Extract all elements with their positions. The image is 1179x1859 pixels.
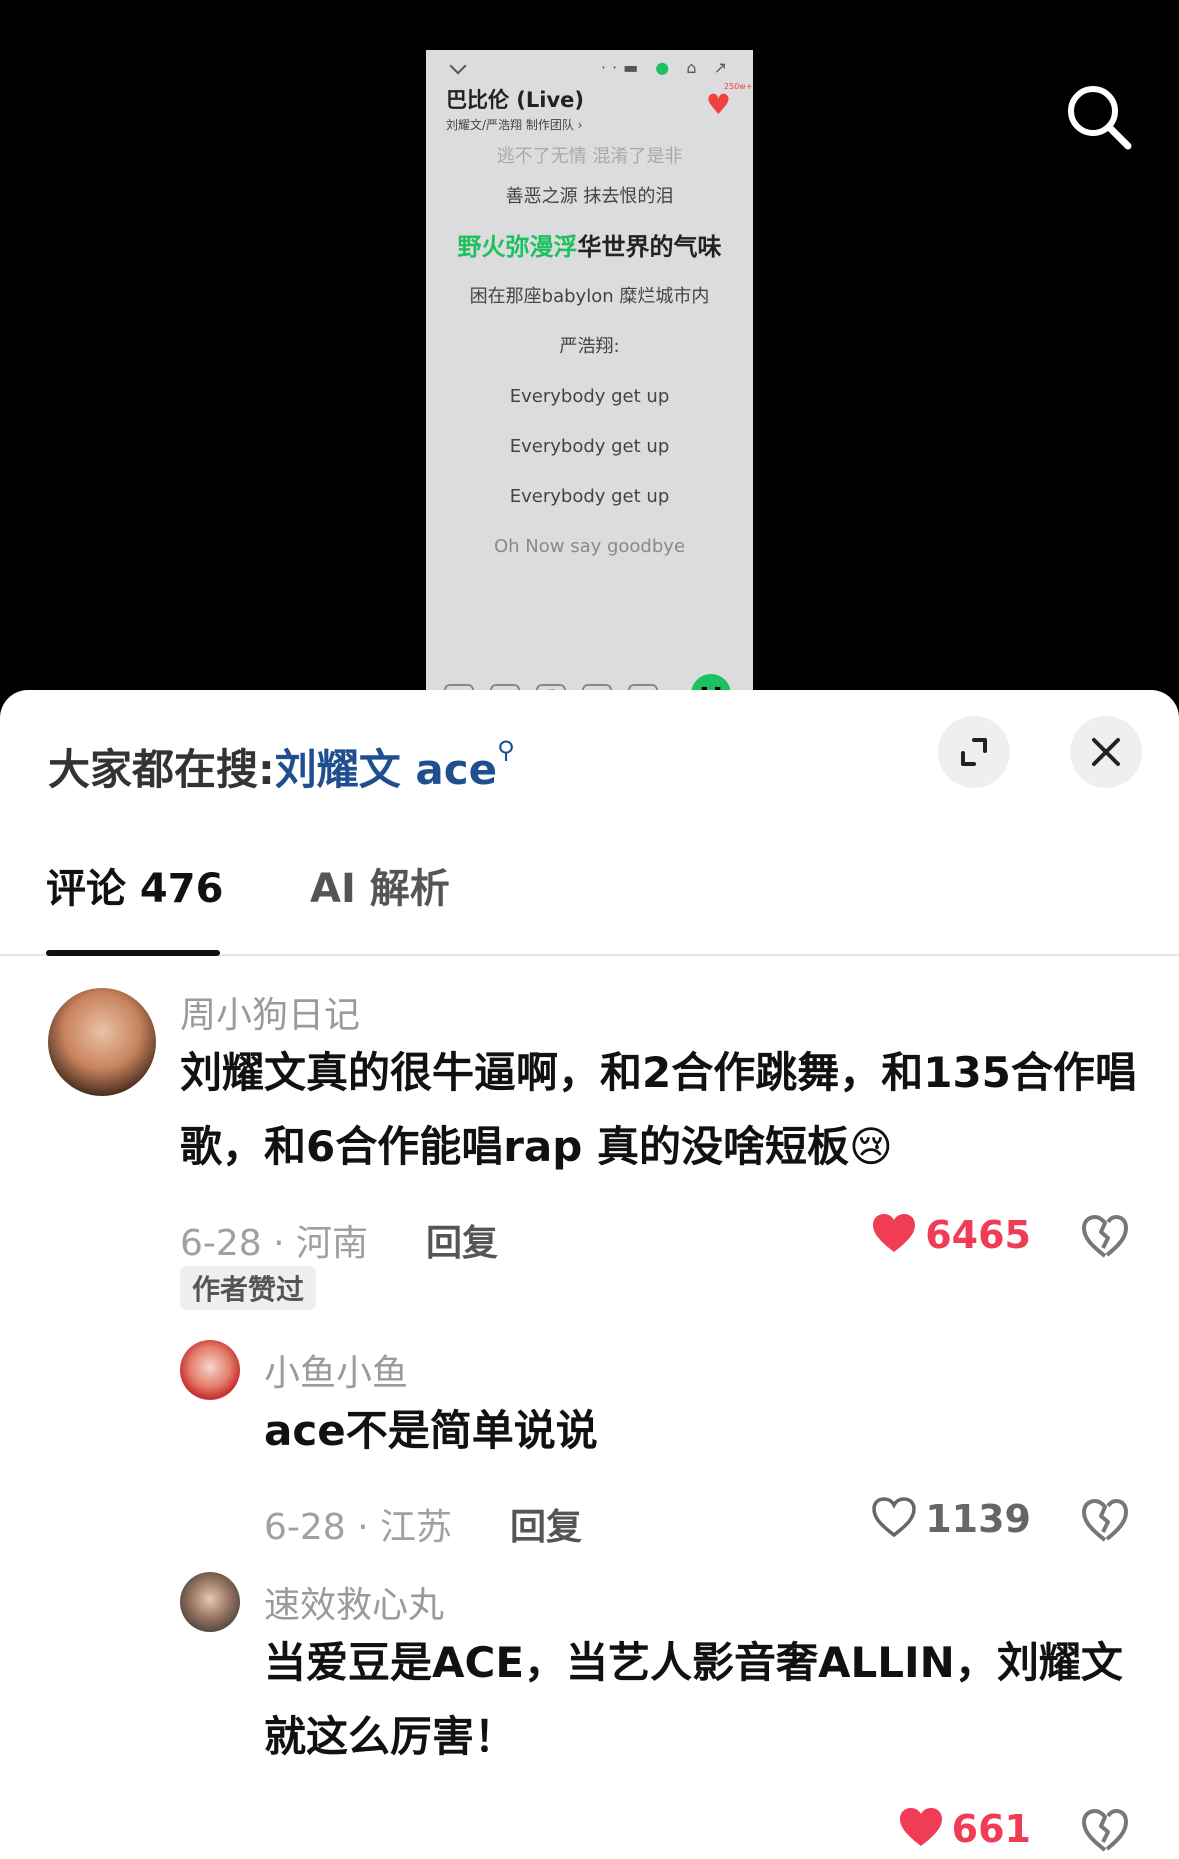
like-button[interactable]: 6465: [871, 1212, 1031, 1257]
avatar[interactable]: [48, 988, 156, 1096]
heart-count: 250w+: [723, 82, 753, 91]
like-button[interactable]: 1139: [871, 1496, 1031, 1541]
reply-button[interactable]: 回复: [510, 1498, 582, 1550]
broken-heart-icon: [1082, 1809, 1128, 1852]
close-button[interactable]: [1070, 716, 1142, 788]
comment-location: · 江苏: [357, 1507, 453, 1548]
close-icon: [1092, 738, 1120, 766]
lyric-unsung-part: 华世界的气味: [577, 233, 722, 261]
lyric-sung-part: 野火弥漫浮: [457, 233, 578, 261]
lyric-line: Everybody get up: [509, 386, 670, 407]
phone-status-bar: ··▬ ● ⌂ ↗: [426, 54, 753, 80]
like-count: 6465: [925, 1213, 1031, 1257]
like-count: 1139: [925, 1497, 1031, 1541]
lyric-line: Oh Now say goodbye: [493, 536, 686, 557]
comment-text: ace不是简单说说: [264, 1406, 598, 1455]
like-button[interactable]: 661: [898, 1806, 1031, 1851]
reply-button[interactable]: 回复: [426, 1214, 498, 1266]
lyric-line: Everybody get up: [509, 436, 670, 457]
song-artists: 刘耀文/严浩翔 制作团队 ›: [446, 118, 583, 132]
tab-comments[interactable]: 评论 476: [46, 856, 223, 914]
dislike-button[interactable]: [1081, 1498, 1129, 1544]
tab-ai-analysis[interactable]: AI 解析: [310, 856, 450, 914]
expand-button[interactable]: [938, 716, 1010, 788]
heart-filled-icon: [873, 1214, 916, 1252]
author-liked-badge: 作者赞过: [180, 1266, 317, 1310]
lyric-line: Everybody get up: [509, 486, 670, 507]
comment-username[interactable]: 速效救心丸: [264, 1576, 444, 1628]
lyric-line: 严浩翔:: [559, 336, 620, 357]
comment-date: 6-28: [264, 1507, 346, 1548]
comment-sheet: 大家都在搜:刘耀文 ace⚲ 评论 476 AI 解析 周小狗日记 刘耀文真的很…: [0, 690, 1179, 1859]
lyric-line: 困在那座babylon 糜烂城市内: [469, 286, 710, 307]
avatar[interactable]: [180, 1340, 240, 1400]
search-button[interactable]: [1060, 78, 1140, 158]
lyric-line: 逃不了无情 混淆了是非: [496, 146, 683, 167]
comment-date: 6-28: [180, 1223, 262, 1264]
dislike-button[interactable]: [1081, 1808, 1129, 1854]
trending-label: 大家都在搜:: [48, 745, 275, 794]
comment-text: 刘耀文真的很牛逼啊，和2合作跳舞，和135合作唱歌，和6合作能唱rap 真的没啥…: [180, 1048, 1137, 1171]
expand-icon: [961, 738, 987, 766]
avatar[interactable]: [180, 1572, 240, 1632]
lyric-line: 善恶之源 抹去恨的泪: [505, 186, 674, 207]
trending-keyword[interactable]: 刘耀文 ace: [275, 745, 497, 794]
comment-meta: 6-28 · 河南: [180, 1214, 368, 1266]
dislike-button[interactable]: [1081, 1214, 1129, 1260]
music-player-screenshot: ··▬ ● ⌂ ↗ 巴比伦 (Live) 刘耀文/严浩翔 制作团队 › ♥ 250…: [426, 50, 753, 720]
search-icon: ⚲: [497, 736, 515, 764]
broken-heart-icon: [1082, 1499, 1128, 1542]
heart-outline-icon: [872, 1497, 916, 1538]
tab-bar: 评论 476 AI 解析: [0, 840, 1179, 956]
song-title: 巴比伦 (Live): [446, 88, 585, 112]
video-player[interactable]: ··▬ ● ⌂ ↗ 巴比伦 (Live) 刘耀文/严浩翔 制作团队 › ♥ 250…: [0, 0, 1179, 720]
comment-text: 当爱豆是ACE，当艺人影音奢ALLIN，刘耀文就这么厉害！: [264, 1638, 1123, 1761]
heart-icon: ♥ 250w+: [705, 82, 753, 121]
lyric-line-current: 野火弥漫浮华世界的气味: [426, 222, 753, 272]
lyrics-list: 逃不了无情 混淆了是非 善恶之源 抹去恨的泪 野火弥漫浮华世界的气味 困在那座b…: [426, 142, 753, 572]
chevron-down-icon: [449, 57, 467, 75]
trending-search[interactable]: 大家都在搜:刘耀文 ace⚲: [48, 736, 515, 797]
like-count: 661: [951, 1807, 1031, 1851]
comment-username[interactable]: 小鱼小鱼: [264, 1344, 408, 1396]
comment-location: · 河南: [273, 1223, 369, 1264]
player-top-icons: ··▬ ● ⌂ ↗: [600, 58, 733, 77]
heart-filled-icon: [899, 1808, 942, 1846]
search-icon: [1068, 86, 1132, 150]
comment-meta: 6-28 · 江苏: [264, 1498, 452, 1550]
broken-heart-icon: [1082, 1215, 1128, 1258]
comment-username[interactable]: 周小狗日记: [180, 986, 360, 1038]
active-tab-indicator: [46, 950, 220, 956]
